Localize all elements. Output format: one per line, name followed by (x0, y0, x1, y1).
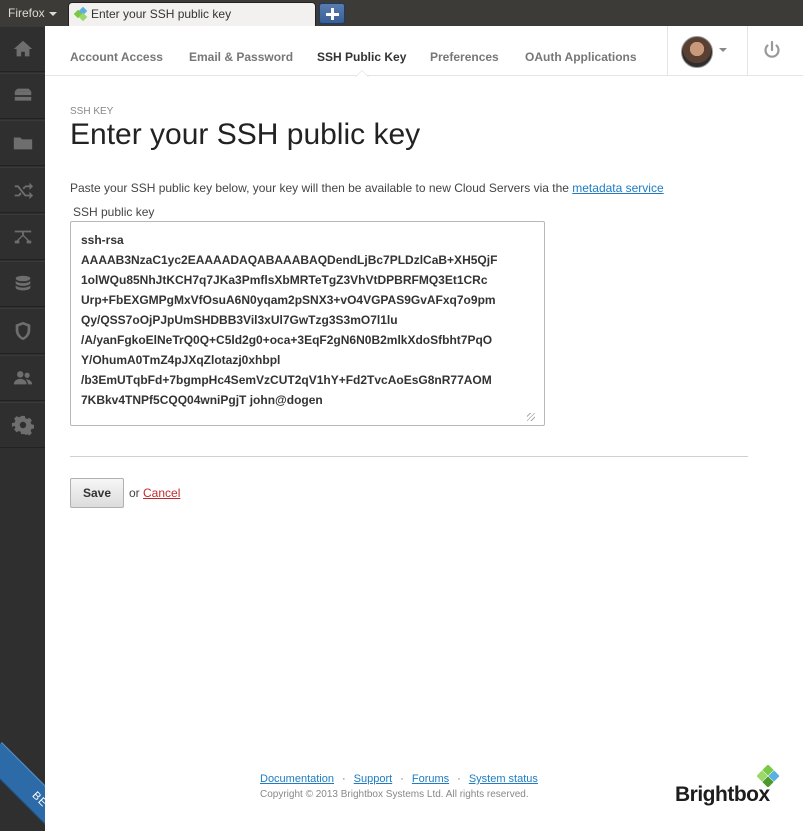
sidebar-item-shuffle[interactable] (0, 167, 45, 213)
divider (70, 456, 748, 457)
firefox-menu-label: Firefox (8, 6, 45, 20)
footer-separator: · (457, 773, 461, 785)
chevron-down-icon[interactable] (719, 48, 727, 52)
sidebar-item-settings[interactable] (0, 402, 45, 448)
page-title: Enter your SSH public key (70, 118, 421, 151)
sidebar-item-servers[interactable] (0, 73, 45, 119)
gear-icon (11, 415, 34, 436)
firefox-menu-button[interactable]: Firefox (8, 6, 57, 20)
documentation-link[interactable]: Documentation (260, 773, 334, 785)
browser-toolbar: Firefox Enter your SSH public key (0, 0, 803, 26)
shield-icon (15, 321, 30, 341)
server-icon (14, 88, 31, 101)
system-status-link[interactable]: System status (469, 773, 538, 785)
tab-account-access[interactable]: Account Access (70, 50, 163, 64)
folder-icon (13, 137, 32, 150)
tab-title: Enter your SSH public key (91, 7, 232, 21)
cancel-link[interactable]: Cancel (143, 486, 180, 500)
footer-links: Documentation · Support · Forums · System stat… (260, 773, 538, 785)
section-label: SSH KEY (70, 106, 114, 117)
ssh-key-label: SSH public key (73, 205, 155, 219)
nav-divider (747, 26, 748, 76)
chevron-down-icon (48, 11, 57, 16)
load-balancer-icon (14, 230, 31, 244)
users-icon (13, 371, 32, 385)
tab-preferences[interactable]: Preferences (430, 50, 499, 64)
account-nav: Account Access Email & Password SSH Publ… (45, 26, 803, 77)
tab-email-password[interactable]: Email & Password (189, 50, 293, 64)
sidebar-item-databases[interactable] (0, 261, 45, 307)
metadata-service-link[interactable]: metadata service (572, 181, 663, 195)
copyright-text: Copyright © 2013 Brightbox Systems Ltd. … (260, 789, 529, 800)
sidebar-item-home[interactable] (0, 26, 45, 72)
tab-oauth-applications[interactable]: OAuth Applications (525, 50, 637, 64)
brightbox-logo-icon (757, 765, 779, 787)
or-text: or (129, 486, 140, 500)
support-link[interactable]: Support (354, 773, 393, 785)
browser-tab[interactable]: Enter your SSH public key (68, 2, 316, 26)
avatar[interactable] (681, 36, 713, 68)
brightbox-logo: Brightbox (675, 783, 770, 806)
footer-separator: · (400, 773, 404, 785)
footer-separator: · (342, 773, 346, 785)
main-panel: Account Access Email & Password SSH Publ… (45, 26, 803, 831)
intro-text: Paste your SSH public key below, your ke… (70, 181, 664, 195)
sidebar-item-firewall[interactable] (0, 308, 45, 354)
resize-grip-icon[interactable] (527, 413, 535, 421)
power-icon[interactable] (762, 40, 782, 60)
nav-divider (667, 26, 668, 76)
ssh-key-textarea[interactable]: ssh-rsa AAAAB3NzaC1yc2EAAAADAQABAAABAQDe… (70, 221, 545, 426)
home-icon (13, 40, 32, 57)
save-button[interactable]: Save (70, 478, 124, 508)
tab-ssh-public-key[interactable]: SSH Public Key (317, 50, 406, 64)
intro-text-body: Paste your SSH public key below, your ke… (70, 181, 573, 195)
database-icon (15, 275, 30, 291)
forums-link[interactable]: Forums (412, 773, 449, 785)
active-tab-indicator (355, 70, 369, 77)
sidebar: BETA (0, 26, 108, 831)
sidebar-item-users[interactable] (0, 355, 45, 401)
sidebar-item-load-balancers[interactable] (0, 214, 45, 260)
shuffle-icon (14, 182, 33, 200)
sidebar-item-folders[interactable] (0, 120, 45, 166)
new-tab-button[interactable] (319, 3, 345, 24)
brightbox-favicon-icon (74, 7, 88, 21)
